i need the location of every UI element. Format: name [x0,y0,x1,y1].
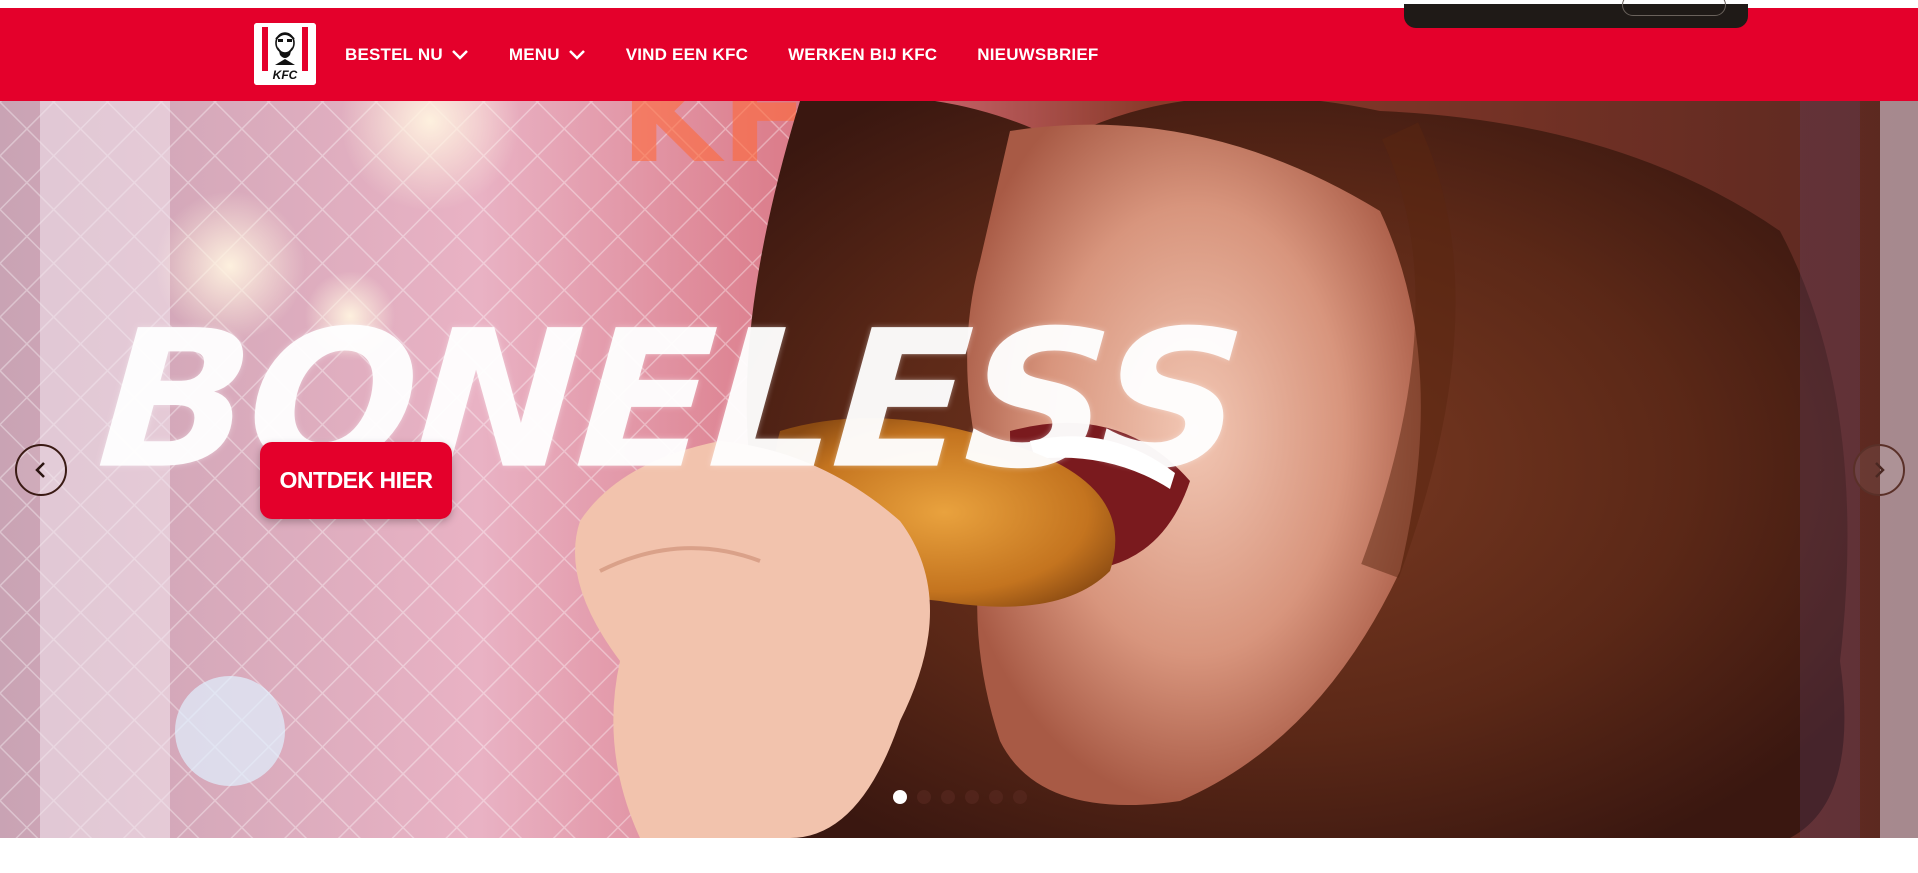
nav-item-vind-een-kfc[interactable]: VIND EEN KFC [626,45,748,65]
carousel-prev-button[interactable] [15,444,67,496]
hero-carousel: KFC BONELESS ONTDEK HIER [0,101,1918,838]
nav-item-menu[interactable]: MENU [509,45,586,65]
carousel-dot[interactable] [917,790,931,804]
nav-item-werken-bij-kfc[interactable]: WERKEN BIJ KFC [788,45,937,65]
chevron-down-icon [451,49,468,60]
kfc-logo[interactable]: KFC [254,23,316,85]
nav-menu: BESTEL NU MENU VIND EEN KFC WERKEN BIJ K… [345,8,1138,101]
nav-item-label: WERKEN BIJ KFC [788,44,938,64]
chevron-left-icon [35,462,45,478]
content-area [0,838,1918,873]
carousel-dot[interactable] [941,790,955,804]
account-popup-tab[interactable] [1404,0,1748,28]
nav-item-label: VIND EEN KFC [625,44,749,64]
nav-item-nieuwsbrief[interactable]: NIEUWSBRIEF [977,45,1098,65]
nav-item-label: NIEUWSBRIEF [977,44,1099,64]
svg-text:KFC: KFC [273,68,298,82]
carousel-dots [893,790,1027,804]
nav-item-label: MENU [508,44,560,64]
popup-button[interactable] [1622,0,1726,16]
carousel-dot[interactable] [965,790,979,804]
chevron-right-icon [1875,462,1885,478]
main-navigation: KFC BESTEL NU MENU VIND EEN KFC WERKEN B… [0,0,1918,101]
carousel-dot[interactable] [989,790,1003,804]
carousel-dot[interactable] [893,790,907,804]
nav-item-bestel-nu[interactable]: BESTEL NU [345,45,469,65]
carousel-dot[interactable] [1013,790,1027,804]
kfc-colonel-logo-icon: KFC [254,23,316,85]
carousel-next-button[interactable] [1853,444,1905,496]
nav-item-label: BESTEL NU [345,44,443,64]
discover-button[interactable]: ONTDEK HIER [260,442,452,519]
chevron-down-icon [568,49,585,60]
